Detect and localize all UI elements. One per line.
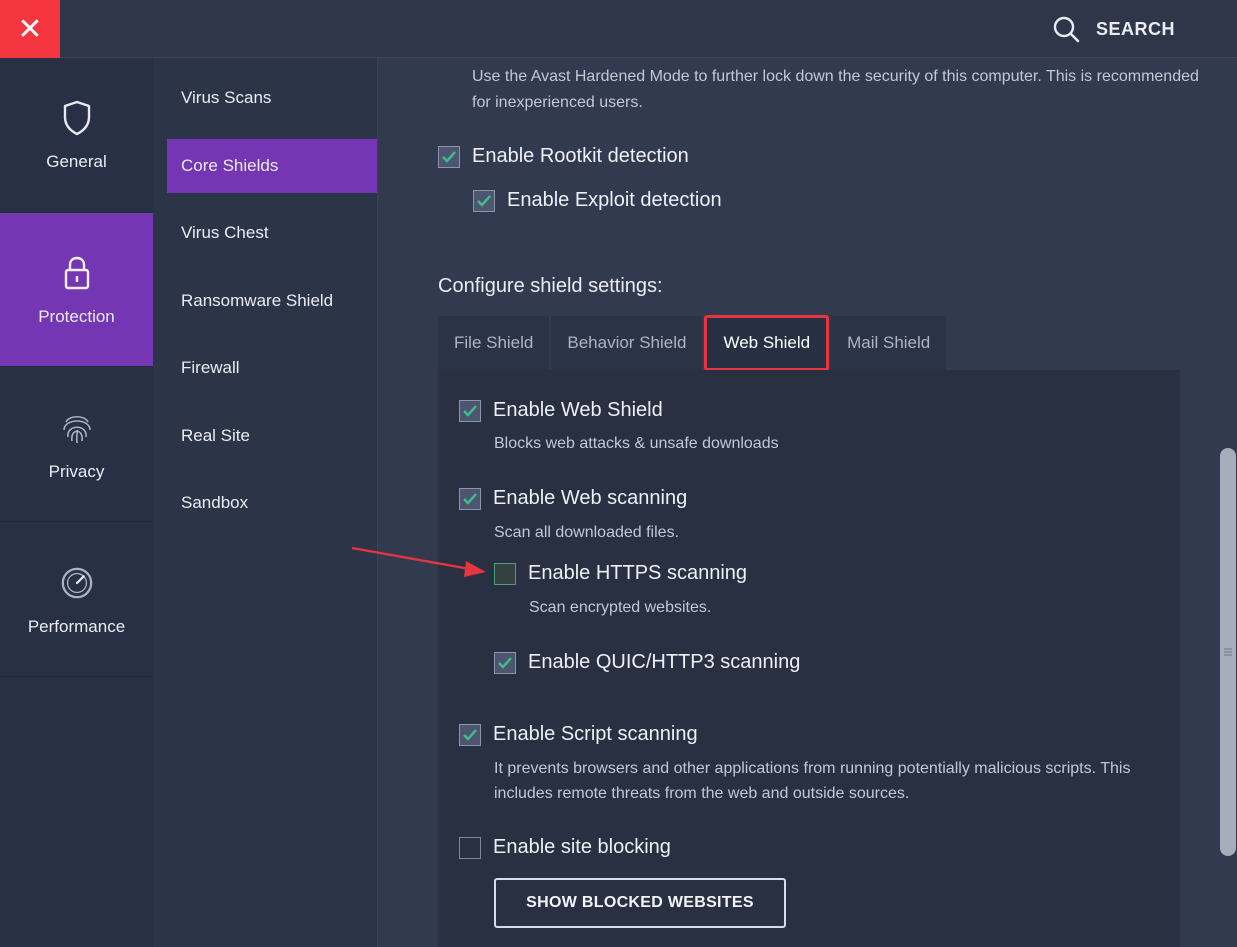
sub-nav: Virus Scans Core Shields Virus Chest Ran… [153,58,378,947]
close-button[interactable]: ✕ [0,0,60,58]
shield-tabs: File Shield Behavior Shield Web Shield M… [438,315,948,371]
tab-behavior-shield[interactable]: Behavior Shield [551,316,703,370]
checkmark-icon [463,492,477,505]
subnav-item-sandbox[interactable]: Sandbox [167,476,377,530]
rootkit-option: Enable Rootkit detection [438,145,689,168]
web-scanning-label: Enable Web scanning [493,487,688,509]
https-scanning-checkbox[interactable] [494,562,516,585]
speedometer-icon [60,563,94,603]
nav-item-protection[interactable]: Protection [0,213,153,367]
script-scanning-label: Enable Script scanning [493,723,698,745]
site-blocking-option: Enable site blocking [459,836,671,859]
web-shield-option: Enable Web Shield [459,399,663,422]
exploit-checkbox[interactable] [473,189,495,212]
script-scanning-option: Enable Script scanning [459,723,698,746]
search-icon [1053,16,1080,43]
nav-item-general[interactable]: General [0,58,153,212]
shield-icon [60,98,94,138]
checkmark-icon [477,194,491,207]
checkmark-icon [463,728,477,741]
nav-item-privacy[interactable]: Privacy [0,368,153,522]
web-scanning-checkbox[interactable] [459,487,481,510]
configure-shield-title: Configure shield settings: [438,275,663,297]
quic-scanning-option: Enable QUIC/HTTP3 scanning [494,651,800,674]
subnav-item-firewall[interactable]: Firewall [167,341,377,395]
tab-web-shield[interactable]: Web Shield [704,315,830,371]
web-shield-label: Enable Web Shield [493,399,663,421]
nav-item-performance[interactable]: Performance [0,523,153,677]
nav-label-performance: Performance [27,616,126,636]
web-scanning-option: Enable Web scanning [459,487,687,510]
show-blocked-websites-button[interactable]: SHOW BLOCKED WEBSITES [494,878,786,928]
tab-file-shield[interactable]: File Shield [438,316,550,370]
https-scanning-label: Enable HTTPS scanning [528,562,748,584]
web-shield-description: Blocks web attacks & unsafe downloads [494,435,779,452]
subnav-item-core-shields[interactable]: Core Shields [167,139,377,193]
web-scanning-description: Scan all downloaded files. [494,524,680,541]
rootkit-label: Enable Rootkit detection [472,145,689,167]
exploit-option: Enable Exploit detection [473,189,722,212]
search-label: SEARCH [1095,18,1175,39]
search-button[interactable]: SEARCH [1052,14,1175,44]
grip-icon [1224,648,1232,656]
quic-scanning-label: Enable QUIC/HTTP3 scanning [528,651,801,673]
exploit-label: Enable Exploit detection [507,189,722,211]
subnav-item-ransomware-shield[interactable]: Ransomware Shield [167,274,377,328]
fingerprint-icon [60,408,94,448]
checkmark-icon [442,150,456,163]
tab-mail-shield[interactable]: Mail Shield [831,316,947,370]
subnav-item-real-site[interactable]: Real Site [167,409,377,463]
settings-content: Use the Avast Hardened Mode to further l… [378,58,1218,947]
site-blocking-label: Enable site blocking [493,836,671,858]
scrollbar-thumb[interactable] [1220,448,1236,856]
script-scanning-description: It prevents browsers and other applicati… [494,760,1131,802]
lock-icon [60,253,94,293]
https-scanning-option: Enable HTTPS scanning [494,562,747,585]
subnav-item-virus-chest[interactable]: Virus Chest [167,206,377,260]
hardened-mode-description: Use the Avast Hardened Mode to further l… [472,68,1199,111]
top-bar: ✕ SEARCH [0,0,1237,58]
https-scanning-description: Scan encrypted websites. [529,599,712,616]
rootkit-checkbox[interactable] [438,145,460,168]
site-blocking-checkbox[interactable] [459,836,481,859]
close-icon: ✕ [17,12,43,46]
nav-label-protection: Protection [38,306,115,326]
quic-scanning-checkbox[interactable] [494,651,516,674]
subnav-item-virus-scans[interactable]: Virus Scans [167,71,377,125]
web-shield-checkbox[interactable] [459,399,481,422]
script-scanning-checkbox[interactable] [459,723,481,746]
nav-label-privacy: Privacy [48,461,105,481]
web-shield-panel: Enable Web Shield Blocks web attacks & u… [438,370,1180,947]
nav-label-general: General [46,151,107,171]
checkmark-icon [498,656,512,669]
checkmark-icon [463,404,477,417]
main-nav: General Protection Privacy Performance [0,58,153,947]
